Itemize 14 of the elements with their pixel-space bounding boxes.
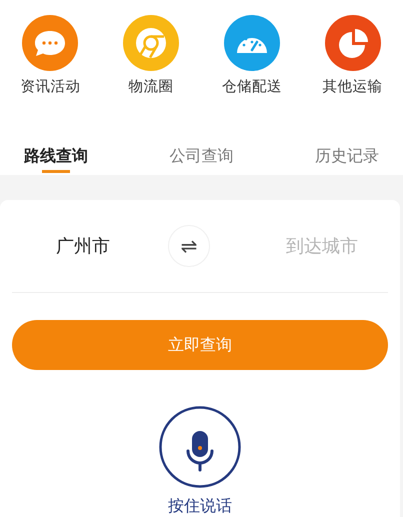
category-label: 仓储配送: [222, 78, 282, 96]
browser-icon[interactable]: [123, 15, 180, 71]
swap-button[interactable]: ⇌: [168, 225, 210, 267]
chat-bubble-icon[interactable]: [22, 15, 78, 71]
gauge-icon[interactable]: [224, 15, 280, 71]
pie-chart-icon[interactable]: [324, 15, 381, 71]
tab[interactable]: 历史记录: [311, 103, 383, 175]
category-label: 其他运输: [322, 78, 383, 96]
category-label: 物流圈: [128, 78, 174, 96]
tab[interactable]: 公司查询: [166, 103, 238, 175]
departure-city[interactable]: 广州市: [56, 234, 110, 258]
microphone-icon[interactable]: [159, 406, 241, 488]
category-label: 资讯活动: [20, 78, 80, 96]
voice-label: 按住说话: [168, 496, 232, 517]
